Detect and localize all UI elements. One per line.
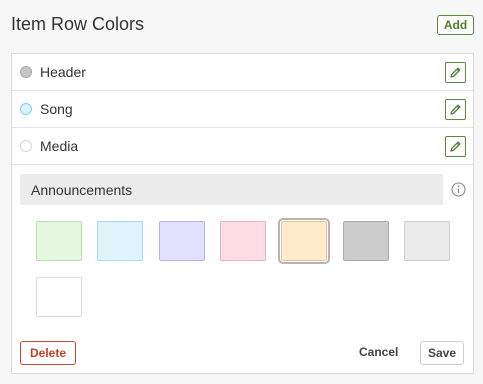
color-swatch-orange[interactable] (278, 218, 330, 264)
list-item-header: Header (12, 54, 473, 91)
row-label-song: Song (40, 101, 73, 117)
info-icon[interactable] (451, 182, 466, 197)
color-swatch-pink[interactable] (220, 221, 266, 261)
pencil-icon (450, 104, 461, 115)
delete-button[interactable]: Delete (20, 341, 76, 365)
color-swatch-white[interactable] (36, 277, 82, 317)
add-button[interactable]: Add (437, 15, 474, 35)
edit-button-song[interactable] (445, 99, 466, 120)
color-dot-icon (20, 66, 32, 78)
cancel-button[interactable]: Cancel (359, 345, 398, 359)
edit-button-media[interactable] (445, 136, 466, 157)
color-swatch-light-gray[interactable] (404, 221, 450, 261)
color-swatch-gray[interactable] (343, 221, 389, 261)
row-label-media: Media (40, 138, 79, 154)
row-name-input[interactable] (20, 174, 443, 205)
pencil-icon (450, 67, 461, 78)
color-swatch-purple[interactable] (159, 221, 205, 261)
color-swatch-blue[interactable] (97, 221, 143, 261)
pencil-icon (450, 141, 461, 152)
list-item-song: Song (12, 91, 473, 128)
save-button[interactable]: Save (420, 341, 464, 365)
row-colors-panel: Header Song Media Announcements Delete C… (11, 53, 474, 374)
row-label-header: Header (40, 64, 86, 80)
color-dot-icon (20, 103, 32, 115)
color-dot-icon (20, 140, 32, 152)
edit-button-header[interactable] (445, 62, 466, 83)
list-item-media: Media (12, 128, 473, 165)
color-swatch-green[interactable] (36, 221, 82, 261)
page-title: Item Row Colors (11, 14, 145, 34)
